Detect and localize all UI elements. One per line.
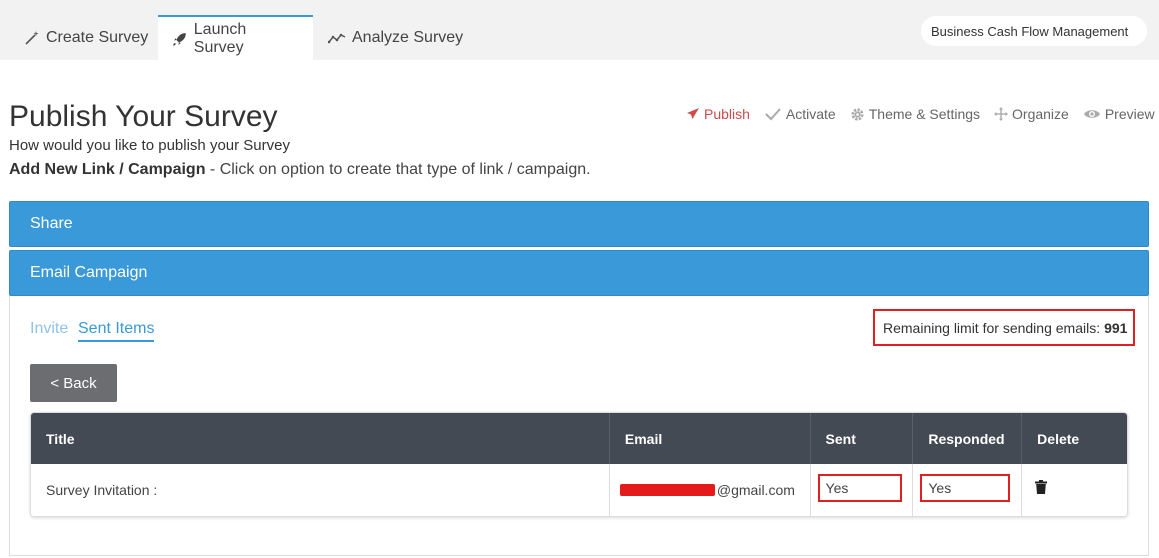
tab-sent-items[interactable]: Sent Items xyxy=(78,320,155,342)
row-delete xyxy=(1022,464,1127,516)
email-limit-indicator: Remaining limit for sending emails: 991 xyxy=(873,309,1135,346)
step-label: Organize xyxy=(1012,106,1069,122)
step-label: Theme & Settings xyxy=(868,106,981,122)
step-label: Activate xyxy=(785,106,836,122)
limit-value: 991 xyxy=(1104,319,1128,336)
check-icon xyxy=(765,108,781,121)
email-domain: @gmail.com xyxy=(716,482,795,498)
hint-bold: Add New Link / Campaign xyxy=(9,161,206,178)
rocket-icon xyxy=(172,32,186,46)
step-activate[interactable]: Activate xyxy=(764,106,836,122)
workflow-steps: Publish Activate Theme & Settings Organi… xyxy=(686,106,1155,122)
email-campaign-panel-header[interactable]: Email Campaign xyxy=(9,250,1149,296)
tab-invite[interactable]: Invite xyxy=(30,320,68,338)
move-icon xyxy=(994,107,1009,121)
step-theme-settings[interactable]: Theme & Settings xyxy=(850,106,980,122)
page-hint: Add New Link / Campaign - Click on optio… xyxy=(9,161,591,179)
step-label: Preview xyxy=(1104,106,1155,122)
row-title: Survey Invitation : xyxy=(31,464,610,516)
line-chart-icon xyxy=(328,33,346,43)
step-organize[interactable]: Organize xyxy=(994,106,1069,122)
hint-text: - Click on option to create that type of… xyxy=(205,161,591,178)
gear-icon xyxy=(851,107,864,121)
column-header-email: Email xyxy=(610,413,811,464)
tab-label: Launch Survey xyxy=(193,20,247,56)
project-name-pill[interactable]: Business Cash Flow Management xyxy=(921,16,1147,46)
step-label: Publish xyxy=(704,106,750,122)
limit-label: Remaining limit for sending emails: xyxy=(883,319,1101,336)
tab-label: Create Survey xyxy=(46,28,149,46)
table-row: Survey Invitation : @gmail.com Yes Yes xyxy=(31,464,1127,516)
magic-wand-icon xyxy=(25,30,39,45)
trash-icon[interactable] xyxy=(1035,480,1048,494)
tab-analyze-survey[interactable]: Analyze Survey xyxy=(314,15,477,60)
page-title: Publish Your Survey xyxy=(9,100,278,133)
page-subtitle: How would you like to publish your Surve… xyxy=(9,137,290,154)
tab-label: Analyze Survey xyxy=(352,28,464,46)
back-button[interactable]: < Back xyxy=(30,364,117,402)
row-email: @gmail.com xyxy=(610,464,811,516)
redaction-mark xyxy=(619,484,715,496)
paper-plane-icon xyxy=(687,108,699,119)
column-header-delete: Delete xyxy=(1037,430,1080,447)
top-nav-bar: Create Survey Launch Survey Analyze Surv… xyxy=(0,0,1159,60)
column-header-responded: Responded xyxy=(913,413,1023,464)
eye-icon xyxy=(1083,110,1100,118)
step-publish[interactable]: Publish xyxy=(686,106,750,122)
sent-status: Yes xyxy=(817,474,902,502)
step-preview[interactable]: Preview xyxy=(1083,106,1155,122)
row-sent: Yes xyxy=(811,464,914,516)
column-header-title: Title xyxy=(31,413,610,464)
share-panel-header[interactable]: Share xyxy=(9,201,1149,247)
table-header-row: Title Email Sent Responded Delete xyxy=(31,413,1127,464)
row-responded: Yes xyxy=(913,464,1023,516)
responded-status: Yes xyxy=(920,474,1011,502)
sent-items-table: Title Email Sent Responded Delete Survey… xyxy=(30,412,1128,517)
tab-create-survey[interactable]: Create Survey xyxy=(10,15,162,60)
column-header-sent: Sent xyxy=(811,413,914,464)
tab-launch-survey[interactable]: Launch Survey xyxy=(158,15,313,60)
